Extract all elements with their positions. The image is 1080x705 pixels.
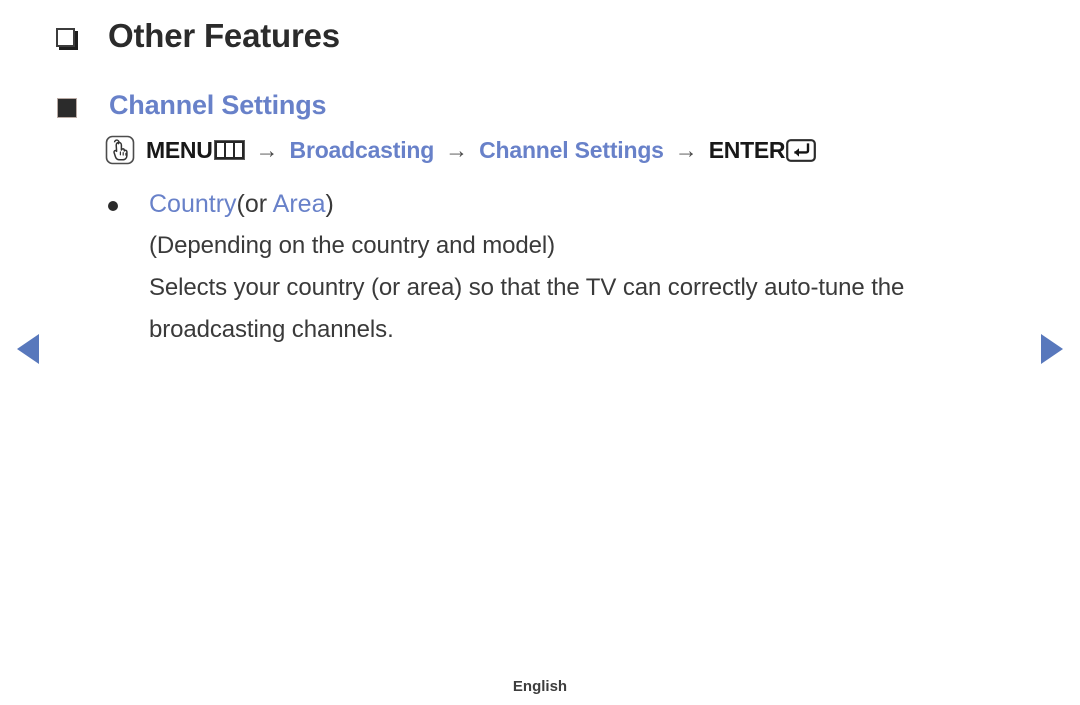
- path-arrow-1: →: [255, 136, 279, 163]
- hand-press-icon: [103, 133, 137, 167]
- enter-label: ENTER: [708, 136, 786, 163]
- feature-description-line-2: broadcasting channels.: [149, 316, 394, 343]
- section-heading-row: Other Features: [56, 16, 340, 56]
- previous-page-arrow[interactable]: [17, 334, 39, 364]
- menu-path-step-channel-settings[interactable]: Channel Settings: [479, 137, 664, 164]
- topic-title: Channel Settings: [109, 90, 327, 120]
- language-footer: English: [512, 678, 568, 695]
- feature-item-title: Country(or Area): [149, 189, 334, 220]
- hollow-square-marker-icon: [56, 28, 75, 47]
- manual-page: Other Features Channel Settings MENU → B…: [0, 0, 1080, 705]
- menu-path-step-broadcasting[interactable]: Broadcasting: [290, 137, 435, 164]
- feature-description-line-1: Selects your country (or area) so that t…: [149, 274, 905, 301]
- feature-name: Country: [149, 190, 237, 218]
- menu-label: MENU: [146, 136, 213, 163]
- next-page-arrow[interactable]: [1041, 334, 1063, 364]
- menu-path-breadcrumb: MENU → Broadcasting → Channel Settings →…: [103, 133, 817, 167]
- feature-alt-suffix: ): [325, 190, 334, 218]
- path-arrow-2: →: [445, 136, 469, 163]
- feature-description-block: (Depending on the country and model) Sel…: [149, 226, 979, 350]
- path-arrow-3: →: [674, 136, 698, 163]
- feature-alt-name: Area: [272, 190, 326, 218]
- filled-square-marker-icon: [57, 98, 77, 118]
- enter-return-icon: [786, 138, 817, 162]
- page-title: Other Features: [108, 17, 340, 54]
- topic-heading-row: Channel Settings: [57, 89, 327, 121]
- feature-item-row: Country(or Area): [108, 189, 334, 220]
- bullet-dot-icon: [108, 201, 118, 211]
- menu-button-icon: [213, 140, 245, 160]
- feature-note: (Depending on the country and model): [149, 232, 555, 259]
- feature-alt-prefix: (or: [236, 190, 273, 218]
